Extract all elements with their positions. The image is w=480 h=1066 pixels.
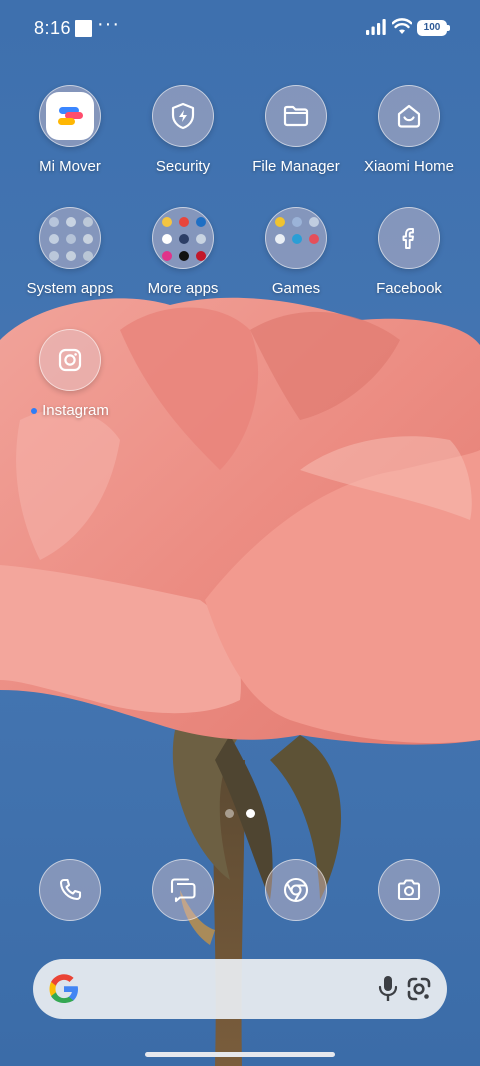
dock-chrome-icon[interactable] <box>265 859 327 921</box>
app-label: System apps <box>26 280 114 297</box>
app-label: File Manager <box>252 158 340 175</box>
status-more-icon: ··· <box>97 13 120 35</box>
battery-icon: 100 <box>417 20 450 36</box>
mic-icon[interactable] <box>377 974 399 1004</box>
app-label: Facebook <box>376 280 442 297</box>
wifi-icon <box>392 18 412 34</box>
google-lens-icon[interactable] <box>405 975 433 1003</box>
shield-bolt-icon <box>152 85 214 147</box>
notification-square-icon <box>75 20 92 37</box>
folder-preview-icon <box>39 207 101 269</box>
status-time: 8:16 <box>34 18 72 38</box>
app-label: Security <box>155 158 211 175</box>
dock-messages-icon[interactable] <box>152 859 214 921</box>
google-logo-icon <box>49 974 78 1003</box>
status-bar: 8:16 ··· 100 <box>0 0 480 58</box>
page-indicator-dot-2-active <box>246 809 255 818</box>
dock-camera-icon[interactable] <box>378 859 440 921</box>
google-search-bar[interactable] <box>33 959 447 1019</box>
mi-mover-icon <box>39 85 101 147</box>
battery-level: 100 <box>423 22 441 33</box>
folder-preview-icon <box>265 207 327 269</box>
gesture-nav-handle[interactable] <box>145 1052 335 1057</box>
smart-home-icon <box>378 85 440 147</box>
page-indicator-dot-1 <box>225 809 234 818</box>
new-app-indicator <box>31 408 38 415</box>
instagram-label: Instagram <box>42 402 109 419</box>
app-label: Instagram <box>10 402 130 419</box>
folder-preview-icon <box>152 207 214 269</box>
folder-icon <box>265 85 327 147</box>
app-label: Xiaomi Home <box>363 158 455 175</box>
facebook-icon <box>378 207 440 269</box>
signal-icon <box>366 19 386 35</box>
app-label: Mi Mover <box>39 158 101 175</box>
app-label: More apps <box>147 280 219 297</box>
instagram-icon <box>39 329 101 391</box>
dock-phone-icon[interactable] <box>39 859 101 921</box>
app-label: Games <box>271 280 321 297</box>
